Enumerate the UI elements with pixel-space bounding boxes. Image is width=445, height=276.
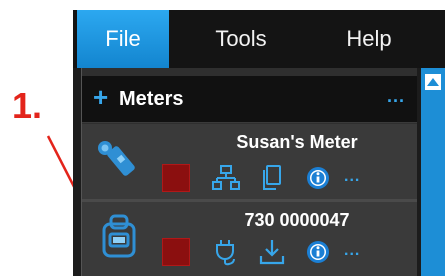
scroll-up-icon[interactable] [425, 74, 441, 90]
menu-bar: File Tools Help [73, 10, 445, 68]
meter-more-button[interactable]: ... [344, 242, 360, 260]
meter-row[interactable]: Susan's Meter ... [82, 124, 417, 200]
add-meter-icon[interactable]: + [93, 82, 108, 112]
meter-name: 730 0000047 [244, 210, 350, 230]
meter-name: Susan's Meter [236, 132, 358, 152]
dosimeter-icon [102, 214, 136, 258]
sound-level-meter-icon [98, 141, 135, 176]
usb-plug-icon[interactable] [212, 238, 240, 266]
menu-tools[interactable]: Tools [191, 10, 291, 68]
info-icon[interactable] [304, 164, 332, 192]
vertical-scrollbar[interactable] [421, 68, 445, 276]
menu-help[interactable]: Help [325, 10, 413, 68]
stop-button[interactable] [162, 164, 190, 192]
meters-header: + Meters ... [82, 76, 417, 123]
network-icon[interactable] [212, 164, 240, 192]
menu-file[interactable]: File [77, 10, 169, 68]
meter-row[interactable]: 730 0000047 ... [82, 202, 417, 276]
info-icon[interactable] [304, 238, 332, 266]
meters-title: Meters [119, 88, 184, 110]
meters-more-button[interactable]: ... [387, 86, 405, 107]
download-icon[interactable] [258, 238, 286, 266]
copy-icon[interactable] [258, 164, 286, 192]
meters-panel: + Meters ... Susan's Meter ... 730 00000… [81, 68, 417, 276]
stop-button[interactable] [162, 238, 190, 266]
annotation-label: 1. [12, 85, 43, 126]
meter-app-window: File Tools Help + Meters ... Susan's Met… [73, 10, 445, 276]
meter-more-button[interactable]: ... [344, 168, 360, 186]
